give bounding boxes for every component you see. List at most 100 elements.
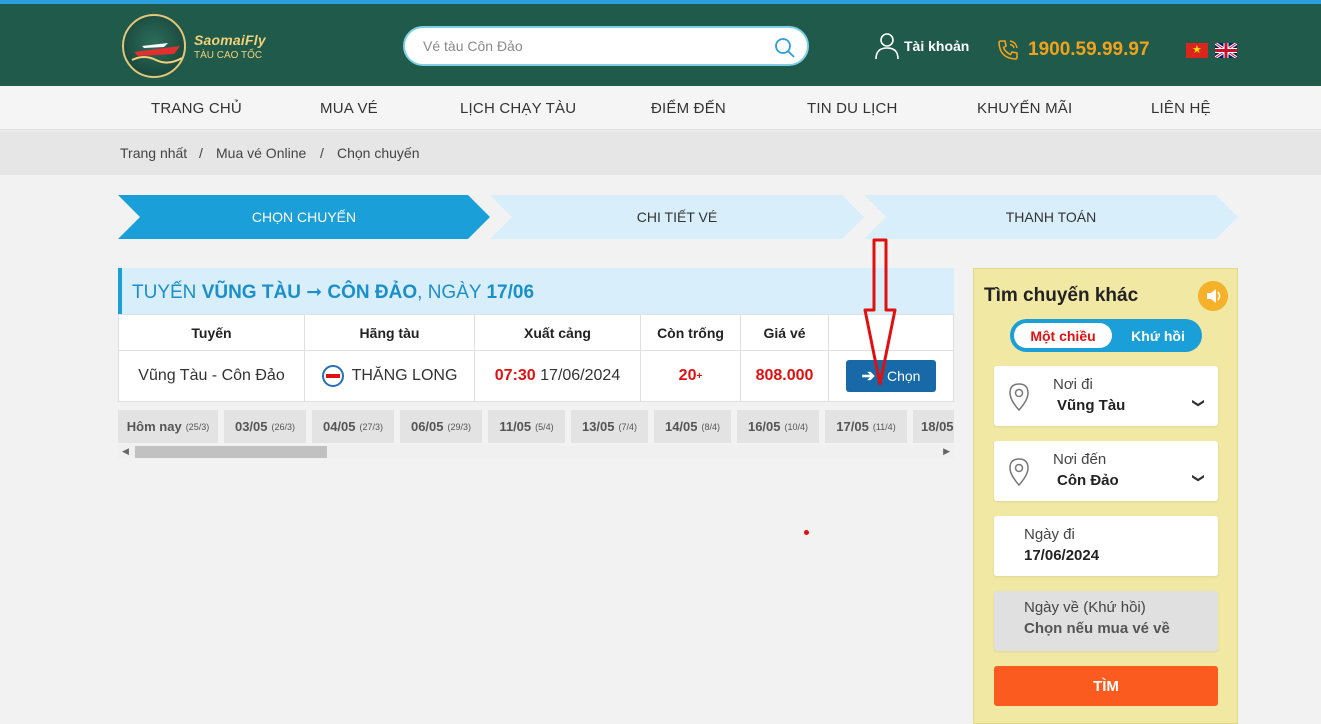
date-lunar: (29/3) — [447, 421, 472, 432]
uk-flag-graphic — [1215, 43, 1237, 58]
depart-date: 17/06/2024 — [540, 367, 621, 384]
date-chip[interactable]: 16/05 (10/4) — [737, 410, 819, 443]
nav-buy-ticket[interactable]: MUA VÉ — [320, 100, 378, 117]
flag-vietnam-icon[interactable]: ★ — [1186, 43, 1208, 58]
route-from: VŨNG TÀU — [201, 282, 301, 303]
search-icon[interactable] — [773, 36, 797, 60]
price-value: 808.000 — [755, 367, 814, 384]
booking-steps: CHỌN CHUYẾN CHI TIẾT VÉ THANH TOÁN — [118, 195, 1238, 239]
cursor-dot — [804, 530, 809, 535]
date-chip[interactable]: 04/05 (27/3) — [312, 410, 394, 443]
scroll-right-icon[interactable]: ▶ — [943, 446, 950, 457]
from-select[interactable]: Nơi đi Vũng Tàu ❯ — [994, 366, 1218, 426]
date-lunar: (26/3) — [271, 421, 296, 432]
step-choose-trip: CHỌN CHUYẾN — [118, 195, 490, 239]
date-label: 18/05 — [921, 419, 954, 434]
account-link[interactable]: Tài khoản — [874, 30, 969, 62]
user-icon — [875, 33, 899, 60]
horizontal-scrollbar[interactable]: ◀ ▶ — [118, 445, 954, 459]
depart-value: 17/06/2024 — [1024, 547, 1100, 564]
logo-emblem — [122, 14, 186, 78]
step-payment: THANH TOÁN — [864, 195, 1238, 239]
date-lunar: (8/4) — [701, 421, 721, 432]
logo[interactable]: SaomaiFly TÀU CAO TỐC — [120, 12, 270, 84]
search-input[interactable] — [423, 36, 763, 56]
to-select[interactable]: Nơi đến Côn Đảo ❯ — [994, 441, 1218, 501]
route-date-prefix: , NGÀY — [417, 282, 487, 303]
nav-home[interactable]: TRANG CHỦ — [151, 100, 242, 117]
header-operator: Hãng tàu — [305, 315, 475, 350]
return-value: Chọn nếu mua vé về — [1024, 620, 1170, 637]
boat-icon — [131, 43, 183, 64]
search-panel: Tìm chuyến khác Một chiều Khứ hồi Nơi đi… — [973, 268, 1238, 724]
date-label: 06/05 — [410, 419, 444, 434]
nav-contact[interactable]: LIÊN HỆ — [1151, 100, 1211, 117]
date-label: 14/05 — [664, 419, 698, 434]
from-label: Nơi đi — [1053, 376, 1093, 393]
scrollbar-thumb[interactable] — [135, 446, 327, 458]
hotline[interactable]: 1900.59.99.97 — [996, 34, 1150, 66]
date-chip[interactable]: 14/05 (8/4) — [654, 410, 731, 443]
date-label: 03/05 — [234, 419, 268, 434]
step-ticket-details: CHI TIẾT VÉ — [490, 195, 864, 239]
cell-operator: THĂNG LONG — [305, 351, 475, 401]
date-chip[interactable]: 03/05 (26/3) — [224, 410, 306, 443]
date-lunar: (11/4) — [872, 421, 896, 432]
from-value: Vũng Tàu — [1057, 397, 1126, 414]
search-button[interactable]: TÌM — [994, 666, 1218, 706]
date-label: 11/05 — [499, 419, 532, 434]
to-label: Nơi đến — [1053, 451, 1107, 468]
depart-label: Ngày đi — [1024, 526, 1075, 543]
breadcrumb-buy-online[interactable]: Mua vé Online — [216, 145, 306, 161]
chevron-down-icon: ❯ — [1191, 472, 1206, 484]
date-chip[interactable]: 11/05 (5/4) — [488, 410, 565, 443]
table-row: Vũng Tàu - Côn Đảo THĂNG LONG 07:30 17/0… — [119, 351, 953, 401]
flag-uk-icon[interactable] — [1215, 43, 1237, 58]
operator-logo-icon — [321, 365, 344, 387]
nav-promotions[interactable]: KHUYẾN MÃI — [977, 100, 1072, 117]
nav-destinations[interactable]: ĐIỂM ĐẾN — [651, 100, 726, 117]
date-lunar: (7/4) — [618, 421, 638, 432]
header-route: Tuyến — [119, 315, 305, 350]
return-date-field[interactable]: Ngày về (Khứ hồi) Chọn nếu mua vé về — [994, 591, 1218, 651]
chevron-down-icon: ❯ — [1191, 397, 1206, 409]
date-lunar: (25/3) — [185, 421, 210, 432]
date-chip[interactable]: Hôm nay (25/3) — [118, 410, 218, 443]
header-seats: Còn trống — [641, 315, 741, 350]
cell-price: 808.000 — [741, 351, 829, 401]
location-pin-icon — [1009, 383, 1029, 412]
date-label: 04/05 — [322, 419, 356, 434]
to-value: Côn Đảo — [1057, 472, 1119, 489]
date-lunar: (5/4) — [535, 421, 554, 432]
nav-travel-news[interactable]: TIN DU LỊCH — [807, 100, 898, 117]
nav-schedule[interactable]: LỊCH CHẠY TÀU — [460, 100, 576, 117]
header-price: Giá vé — [741, 315, 829, 350]
location-pin-icon — [1009, 458, 1029, 487]
depart-date-field[interactable]: Ngày đi 17/06/2024 — [994, 516, 1218, 576]
breadcrumb-separator: / — [320, 145, 324, 161]
date-label: Hôm nay — [126, 419, 182, 434]
operator-name: THĂNG LONG — [351, 367, 458, 384]
depart-time: 07:30 — [494, 367, 536, 384]
date-chip[interactable]: 13/05 (7/4) — [571, 410, 648, 443]
route-to: CÔN ĐẢO — [327, 282, 418, 303]
cell-route: Vũng Tàu - Côn Đảo — [119, 351, 305, 401]
scroll-left-icon[interactable]: ◀ — [122, 446, 129, 457]
main-nav: TRANG CHỦ MUA VÉ LỊCH CHẠY TÀU ĐIỂM ĐẾN … — [0, 86, 1321, 130]
date-chip[interactable]: 17/05 (11/4) — [825, 410, 907, 443]
round-trip-option[interactable]: Khứ hồi — [1118, 323, 1198, 348]
logo-subtitle: TÀU CAO TỐC — [194, 50, 263, 61]
cell-seats: 20 + — [641, 351, 741, 401]
phone-icon — [998, 40, 1018, 60]
one-way-option[interactable]: Một chiều — [1014, 323, 1112, 348]
date-chip[interactable]: 06/05 (29/3) — [400, 410, 482, 443]
date-label: 16/05 — [747, 419, 781, 434]
sound-icon[interactable] — [1198, 281, 1228, 311]
cell-departure: 07:30 17/06/2024 — [475, 351, 641, 401]
breadcrumb: Trang nhất / Mua vé Online / Chọn chuyến — [0, 131, 1321, 175]
date-chip[interactable]: 18/05 — [913, 410, 954, 443]
top-header: SaomaiFly TÀU CAO TỐC Tài khoản 1900.59.… — [0, 0, 1321, 86]
return-label: Ngày về (Khứ hồi) — [1024, 599, 1146, 616]
search-box — [403, 26, 809, 66]
breadcrumb-home[interactable]: Trang nhất — [120, 145, 187, 161]
